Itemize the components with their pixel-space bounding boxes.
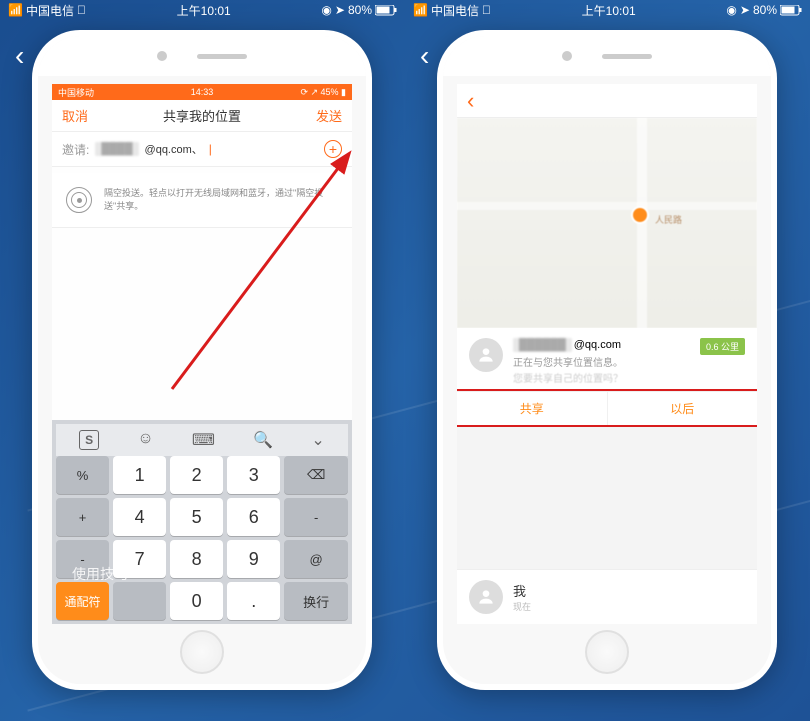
- search-icon[interactable]: 🔍: [253, 430, 273, 450]
- cancel-button[interactable]: 取消: [62, 106, 88, 125]
- share-button[interactable]: 共享: [457, 392, 608, 425]
- key-return[interactable]: 换行: [284, 582, 348, 620]
- carrier-label: 中国电信: [26, 2, 74, 19]
- action-row: 共享 以后: [457, 391, 757, 425]
- keypad-grid: % 1 2 3 ⌫ + 4 5 6 - - 7 8 9 @ 通配符: [56, 456, 348, 620]
- emoji-icon[interactable]: ☺: [137, 430, 153, 450]
- home-button[interactable]: [585, 630, 629, 674]
- keyboard: S ☺ ⌨ 🔍 ⌄ % 1 2 3 ⌫ + 4 5 6 - -: [52, 420, 352, 624]
- key-backspace[interactable]: ⌫: [284, 456, 348, 494]
- inner-battery: ⟳ ↗ 45% ▮: [300, 87, 346, 98]
- map-view[interactable]: 人民路: [457, 118, 757, 328]
- invite-row: 邀请: ████ @qq.com、 | +: [52, 132, 352, 167]
- wifi-icon: 􀙇: [77, 3, 86, 17]
- key-4[interactable]: 4: [113, 498, 166, 536]
- outer-statusbar-left: 📶 中国电信 􀙇 上午10:01 ◉ ➤ 80%: [0, 0, 405, 20]
- contact-email-redacted: ██████: [513, 338, 572, 352]
- inner-statusbar: 中国移动 14:33 ⟳ ↗ 45% ▮: [52, 84, 352, 100]
- distance-badge: 0.6 公里: [700, 338, 745, 355]
- battery-label: 80%: [753, 3, 777, 17]
- key-6[interactable]: 6: [227, 498, 280, 536]
- chevron-down-icon[interactable]: ⌄: [311, 430, 324, 450]
- carrier-label: 中国电信: [431, 2, 479, 19]
- location-icon: ◉: [321, 3, 331, 17]
- battery-icon: [780, 5, 802, 16]
- time-label: 上午10:01: [177, 2, 231, 19]
- key-5[interactable]: 5: [170, 498, 223, 536]
- contact-email-suffix: @qq.com: [574, 339, 621, 351]
- add-contact-button[interactable]: +: [324, 140, 342, 158]
- home-button[interactable]: [180, 630, 224, 674]
- key-empty[interactable]: [113, 582, 166, 620]
- back-bar: ‹: [457, 84, 757, 118]
- page-title: 共享我的位置: [163, 106, 241, 125]
- key-8[interactable]: 8: [170, 540, 223, 578]
- email-redacted: ████: [95, 142, 138, 156]
- map-road-label: 人民路: [655, 213, 682, 226]
- outer-statusbar-right: 📶 中国电信 􀙇 上午10:01 ◉ ➤ 80%: [405, 0, 810, 20]
- key-minus[interactable]: -: [56, 540, 109, 578]
- contact-status: 正在与您共享位置信息。: [513, 354, 690, 369]
- key-9[interactable]: 9: [227, 540, 280, 578]
- time-label: 上午10:01: [582, 2, 636, 19]
- keyboard-switch-icon[interactable]: ⌨: [192, 430, 215, 450]
- phone-notch: [38, 36, 366, 76]
- me-card[interactable]: 我 现在: [457, 569, 757, 624]
- me-sub: 现在: [513, 600, 531, 613]
- nav-arrow-icon: ➤: [740, 3, 750, 17]
- page-back-left[interactable]: ‹: [15, 40, 24, 72]
- contact-card: ██████ @qq.com 正在与您共享位置信息。 您要共享自己的位置吗？ 0…: [457, 328, 757, 391]
- battery-label: 80%: [348, 3, 372, 17]
- key-dash[interactable]: -: [284, 498, 348, 536]
- later-button[interactable]: 以后: [608, 392, 758, 425]
- wifi-icon: 􀙇: [482, 3, 491, 17]
- airdrop-text: 隔空投送。轻点以打开无线局域网和蓝牙，通过"隔空投送"共享。: [104, 187, 338, 213]
- phone-notch: [443, 36, 771, 76]
- key-percent[interactable]: %: [56, 456, 109, 494]
- key-0[interactable]: 0: [170, 582, 223, 620]
- key-2[interactable]: 2: [170, 456, 223, 494]
- email-suffix: @qq.com、: [145, 141, 203, 157]
- invite-label: 邀请:: [62, 141, 89, 158]
- key-at[interactable]: @: [284, 540, 348, 578]
- nav-arrow-icon: ➤: [335, 3, 345, 17]
- inner-carrier: 中国移动: [58, 86, 94, 99]
- me-avatar: [469, 580, 503, 614]
- signal-icon: 📶: [8, 3, 23, 17]
- key-1[interactable]: 1: [113, 456, 166, 494]
- key-plus[interactable]: +: [56, 498, 109, 536]
- avatar: [469, 338, 503, 372]
- airdrop-row[interactable]: 隔空投送。轻点以打开无线局域网和蓝牙，通过"隔空投送"共享。: [52, 173, 352, 228]
- signal-icon: 📶: [413, 3, 428, 17]
- back-button[interactable]: ‹: [467, 88, 474, 114]
- key-7[interactable]: 7: [113, 540, 166, 578]
- key-3[interactable]: 3: [227, 456, 280, 494]
- key-wildcard[interactable]: 通配符: [56, 582, 109, 620]
- me-name: 我: [513, 581, 531, 600]
- send-button[interactable]: 发送: [316, 106, 342, 125]
- airdrop-icon: [66, 187, 92, 213]
- keyboard-toolbar: S ☺ ⌨ 🔍 ⌄: [56, 424, 348, 456]
- page-back-right[interactable]: ‹: [420, 40, 429, 72]
- sogou-icon[interactable]: S: [79, 430, 99, 450]
- inner-time: 14:33: [191, 87, 214, 97]
- phone-mockup-right: ‹ 人民路 ██████ @qq.com 正在与您共享位置信息。: [437, 30, 777, 690]
- phone-mockup-left: 中国移动 14:33 ⟳ ↗ 45% ▮ 取消 共享我的位置 发送 邀请: ██…: [32, 30, 372, 690]
- screen-right: ‹ 人民路 ██████ @qq.com 正在与您共享位置信息。: [457, 84, 757, 624]
- navbar: 取消 共享我的位置 发送: [52, 100, 352, 132]
- contact-prompt: 您要共享自己的位置吗？: [513, 370, 690, 385]
- key-dot[interactable]: .: [227, 582, 280, 620]
- location-icon: ◉: [726, 3, 736, 17]
- screen-left: 中国移动 14:33 ⟳ ↗ 45% ▮ 取消 共享我的位置 发送 邀请: ██…: [52, 84, 352, 624]
- battery-icon: [375, 5, 397, 16]
